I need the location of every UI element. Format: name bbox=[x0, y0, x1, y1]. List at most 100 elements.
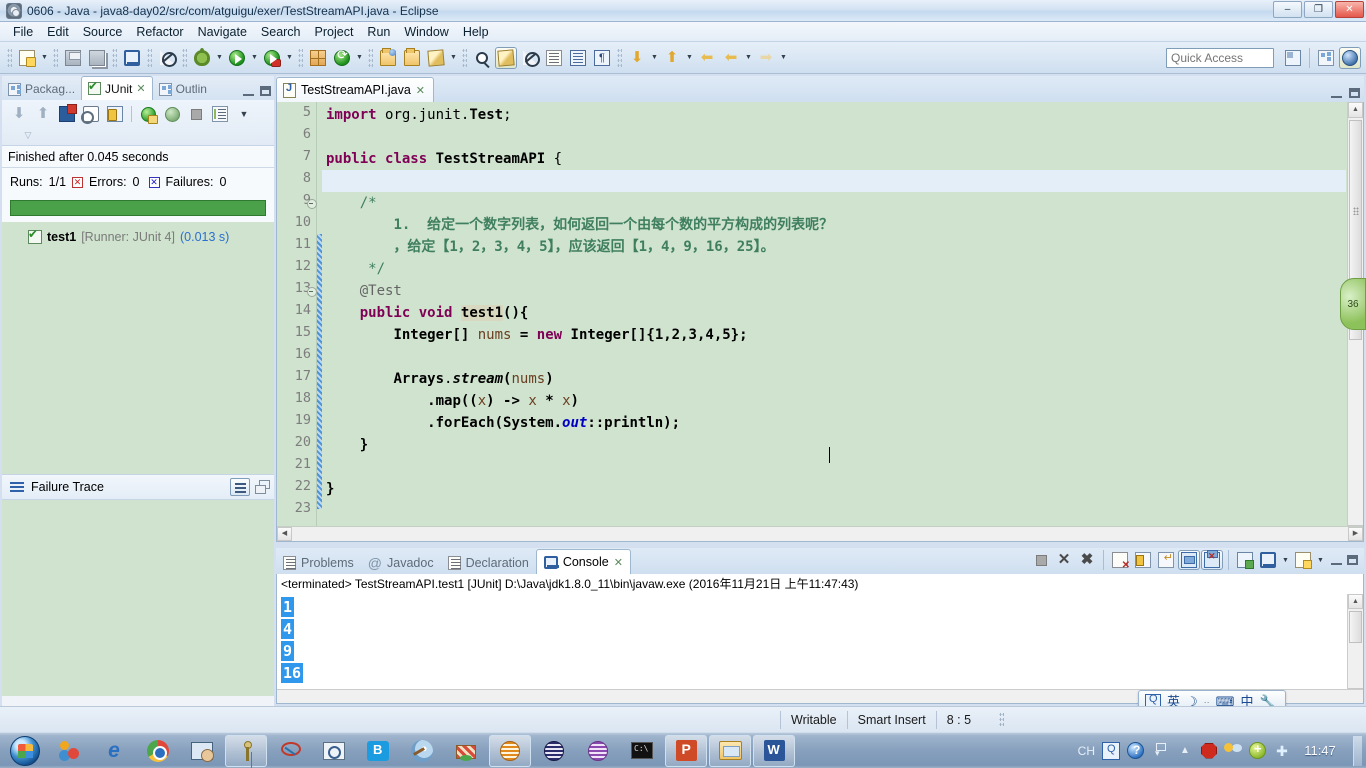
toolbar-grip-6[interactable] bbox=[298, 47, 303, 68]
pin-test-button[interactable] bbox=[104, 103, 126, 125]
code-text-area[interactable]: import org.junit.Test; public class Test… bbox=[322, 102, 1346, 541]
test-history-button[interactable] bbox=[209, 103, 231, 125]
help-icon[interactable] bbox=[1127, 742, 1144, 759]
toolbar-grip-4[interactable] bbox=[147, 47, 152, 68]
java-browsing-perspective-button[interactable] bbox=[1315, 47, 1337, 69]
next-annotation-dropdown[interactable]: ▼ bbox=[649, 47, 660, 69]
menu-refactor[interactable]: Refactor bbox=[129, 24, 190, 40]
code-line[interactable]: 1. 给定一个数字列表，如何返回一个由每个数的平方构成的列表呢？ bbox=[322, 214, 1346, 236]
fold-collapse-icon[interactable] bbox=[307, 199, 317, 209]
previous-failure-button[interactable]: ⬆ bbox=[32, 103, 54, 125]
network-icon[interactable] bbox=[1151, 742, 1169, 760]
tab-problems[interactable]: Problems bbox=[276, 552, 361, 574]
back-to-last-edit-button[interactable]: ⬅ bbox=[696, 47, 718, 69]
code-line[interactable] bbox=[322, 126, 1346, 148]
rerun-test-failures-button[interactable] bbox=[161, 103, 183, 125]
chevron-down-icon[interactable]: ▽ bbox=[20, 127, 36, 143]
next-edit-button[interactable] bbox=[543, 47, 565, 69]
show-console-on-output-button[interactable] bbox=[1178, 550, 1200, 570]
print-button[interactable] bbox=[121, 47, 143, 69]
show-source-button[interactable] bbox=[567, 47, 589, 69]
display-console-dropdown[interactable]: ▼ bbox=[1280, 549, 1291, 571]
scroll-right-icon[interactable]: ▶ bbox=[1348, 527, 1363, 541]
skip-all-breakpoints-button[interactable] bbox=[519, 47, 541, 69]
filter-stack-trace-icon[interactable] bbox=[230, 478, 250, 496]
code-line[interactable]: */ bbox=[322, 258, 1346, 280]
scroll-lock-button[interactable] bbox=[80, 103, 102, 125]
junit-test-tree[interactable]: test1 [Runner: JUnit 4] (0.013 s) bbox=[2, 222, 274, 474]
run-dropdown[interactable]: ▼ bbox=[249, 47, 260, 69]
clear-console-button[interactable] bbox=[1109, 550, 1131, 571]
next-failure-button[interactable]: ⬇ bbox=[8, 103, 30, 125]
stop-icon[interactable] bbox=[1201, 742, 1217, 759]
java-perspective-button[interactable] bbox=[1339, 47, 1361, 69]
show-console-on-error-button[interactable] bbox=[1201, 550, 1223, 570]
new-wizard-button[interactable] bbox=[16, 47, 38, 69]
code-line[interactable]: } bbox=[322, 434, 1346, 456]
scroll-thumb[interactable] bbox=[1349, 611, 1362, 643]
forward-dropdown[interactable]: ▼ bbox=[778, 47, 789, 69]
toolbar-grip-7[interactable] bbox=[368, 47, 373, 68]
show-failures-only-button[interactable] bbox=[56, 103, 78, 125]
rerun-test-button[interactable] bbox=[137, 103, 159, 125]
minimize-icon[interactable] bbox=[1331, 556, 1342, 565]
toolbar-grip-8[interactable] bbox=[462, 47, 467, 68]
code-line[interactable]: } bbox=[322, 478, 1346, 500]
new-java-package-button[interactable] bbox=[307, 47, 329, 69]
menu-project[interactable]: Project bbox=[308, 24, 361, 40]
fold-collapse-icon[interactable] bbox=[307, 287, 317, 297]
taskbar-item-powerpoint[interactable] bbox=[665, 734, 707, 767]
code-line[interactable] bbox=[322, 500, 1346, 522]
taskbar-item-ie[interactable]: e bbox=[93, 735, 135, 767]
open-console-dropdown[interactable]: ▼ bbox=[1315, 549, 1326, 571]
open-console-button[interactable] bbox=[1292, 550, 1314, 570]
console-output-area[interactable]: 14916 ▲ ▼ bbox=[276, 594, 1364, 704]
taskbar-item-eclipse-orange[interactable] bbox=[489, 734, 531, 767]
taskbar-item-keyshot[interactable] bbox=[225, 734, 267, 767]
junit-view-menu-button[interactable]: ▼ bbox=[233, 103, 255, 125]
taskbar-item-scissors[interactable] bbox=[269, 735, 311, 767]
security-icon[interactable] bbox=[1249, 741, 1266, 759]
show-hidden-icon[interactable]: ▲ bbox=[1176, 742, 1194, 760]
bluetooth-icon[interactable]: ✚ bbox=[1273, 742, 1291, 760]
save-button[interactable] bbox=[62, 47, 84, 69]
code-line[interactable]: /* bbox=[322, 192, 1346, 214]
terminate-button[interactable] bbox=[1030, 550, 1052, 570]
editor-body[interactable]: 5 6 7 8 9 10 11 12 13 14 15 16 17 18 19 20 21 22 23 import… bbox=[276, 102, 1364, 542]
new-java-project-button[interactable] bbox=[1282, 47, 1304, 69]
taskbar-item-snipping-tool[interactable] bbox=[313, 735, 355, 767]
code-line[interactable]: Integer[] nums = new Integer[]{1,2,3,4,5… bbox=[322, 324, 1346, 346]
taskbar-item-eclipse-dark[interactable] bbox=[533, 735, 575, 767]
tab-javadoc[interactable]: @ Javadoc bbox=[361, 552, 441, 574]
float-bubble[interactable]: 36 bbox=[1340, 278, 1366, 330]
taskbar-item-chrome[interactable] bbox=[137, 735, 179, 767]
code-line[interactable]: import org.junit.Test; bbox=[322, 104, 1346, 126]
taskbar-item-flower[interactable] bbox=[49, 735, 91, 767]
scroll-up-icon[interactable]: ▲ bbox=[1348, 594, 1363, 609]
taskbar-item-file-explorer[interactable] bbox=[709, 734, 751, 767]
debug-button[interactable] bbox=[191, 47, 213, 69]
save-all-button[interactable] bbox=[86, 47, 108, 69]
weather-icon[interactable] bbox=[1224, 742, 1242, 759]
tab-junit[interactable]: JUnit ✕ bbox=[81, 76, 153, 100]
restore-icon[interactable] bbox=[255, 480, 270, 494]
toggle-breakpoint-button[interactable] bbox=[156, 47, 178, 69]
run-button[interactable] bbox=[226, 47, 248, 69]
show-desktop-button[interactable] bbox=[1353, 735, 1362, 766]
forward-button[interactable]: ➡ bbox=[755, 47, 777, 69]
menu-navigate[interactable]: Navigate bbox=[191, 24, 254, 40]
taskbar-item-cake[interactable] bbox=[445, 735, 487, 767]
code-line[interactable] bbox=[322, 346, 1346, 368]
back-dropdown[interactable]: ▼ bbox=[743, 47, 754, 69]
taskbar-item-remote-desktop[interactable] bbox=[181, 735, 223, 767]
external-tools-dropdown[interactable]: ▼ bbox=[284, 47, 295, 69]
code-line[interactable]: Arrays.stream(nums) bbox=[322, 368, 1346, 390]
test-tree-row[interactable]: test1 [Runner: JUnit 4] (0.013 s) bbox=[2, 227, 274, 246]
menu-run[interactable]: Run bbox=[360, 24, 397, 40]
close-icon[interactable]: ✕ bbox=[136, 82, 145, 95]
quick-access-input[interactable] bbox=[1166, 48, 1274, 68]
scroll-up-icon[interactable]: ▲ bbox=[1348, 102, 1363, 118]
scroll-lock-button[interactable] bbox=[1132, 550, 1154, 570]
word-wrap-button[interactable] bbox=[1155, 550, 1177, 570]
remove-launch-button[interactable]: ✕ bbox=[1053, 550, 1075, 570]
